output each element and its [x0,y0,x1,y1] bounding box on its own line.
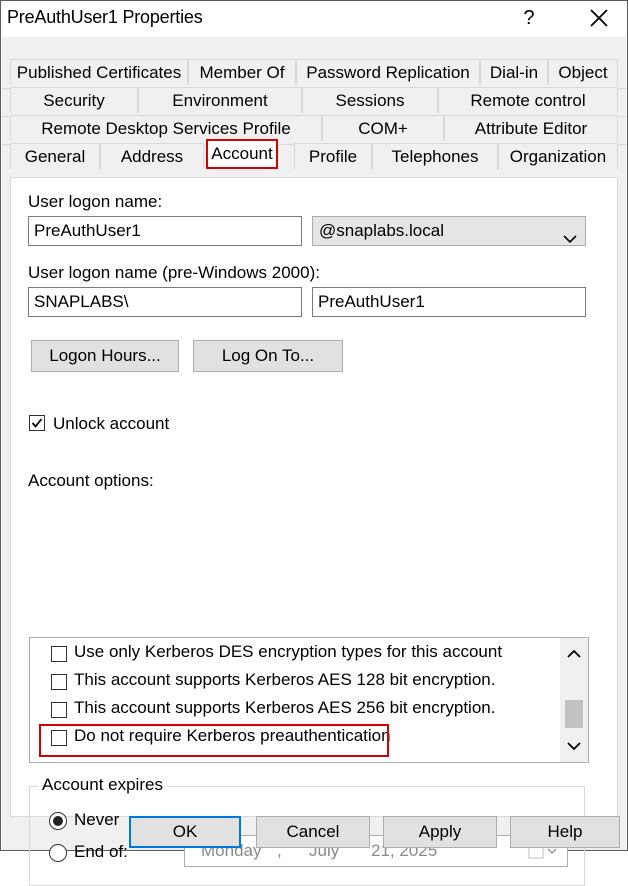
log-on-to-button[interactable]: Log On To... [193,340,343,372]
tab-general[interactable]: General [10,143,100,169]
dialog-body: Published Certificates Member Of Passwor… [2,37,626,886]
tab-organization[interactable]: Organization [498,143,618,169]
logon-name-input[interactable]: PreAuthUser1 [28,216,302,246]
option-aes256-label: This account supports Kerberos AES 256 b… [74,698,496,717]
tab-profile[interactable]: Profile [294,143,372,169]
pre2000-label: User logon name (pre-Windows 2000): [28,263,320,282]
help-icon[interactable]: ? [517,4,541,32]
account-options-list[interactable]: Use only Kerberos DES encryption types f… [29,637,589,763]
unlock-account-label: Unlock account [53,414,170,433]
list-item[interactable]: This account supports Kerberos AES 128 b… [30,668,560,696]
account-tab-page: User logon name: PreAuthUser1 @snaplabs.… [10,177,618,886]
chevron-down-icon[interactable] [560,734,588,758]
options-scrollbar[interactable] [560,638,588,762]
tab-published-certificates[interactable]: Published Certificates [10,59,188,85]
expires-end-of-radio[interactable] [49,844,67,862]
tab-telephones[interactable]: Telephones [372,143,498,169]
option-aes128-label: This account supports Kerberos AES 128 b… [74,670,496,689]
tab-account[interactable]: Account [206,139,278,169]
help-button[interactable]: Help [510,816,620,848]
tab-com-plus[interactable]: COM+ [322,115,444,141]
list-item[interactable]: Use only Kerberos DES encryption types f… [30,640,560,668]
option-no-preauth-label: Do not require Kerberos preauthenticatio… [74,726,391,745]
pre2000-domain-field: SNAPLABS\ [28,287,302,317]
option-no-preauth-checkbox[interactable] [51,730,67,746]
radio-selected-dot [53,816,63,826]
chevron-up-icon[interactable] [560,642,588,666]
tab-remote-desktop-services-profile[interactable]: Remote Desktop Services Profile [10,115,322,141]
logon-name-label: User logon name: [28,192,163,211]
close-icon[interactable] [586,4,612,32]
option-aes256-checkbox[interactable] [51,702,67,718]
option-aes128-checkbox[interactable] [51,674,67,690]
list-item[interactable]: Do not require Kerberos preauthenticatio… [30,724,560,752]
tab-attribute-editor[interactable]: Attribute Editor [444,115,618,141]
tab-member-of[interactable]: Member Of [188,59,296,85]
domain-suffix-value: @snaplabs.local [319,221,444,240]
tab-sessions[interactable]: Sessions [302,87,438,113]
logon-hours-button[interactable]: Logon Hours... [31,340,179,372]
account-options-label: Account options: [28,471,154,490]
option-des-label: Use only Kerberos DES encryption types f… [74,642,503,661]
pre2000-user-input[interactable]: PreAuthUser1 [312,287,586,317]
title-bar: PreAuthUser1 Properties ? [1,1,627,37]
tab-password-replication[interactable]: Password Replication [296,59,480,85]
tab-remote-control[interactable]: Remote control [438,87,618,113]
unlock-account-checkbox[interactable] [29,415,45,431]
account-expires-caption: Account expires [38,775,167,795]
tab-dial-in[interactable]: Dial-in [480,59,548,85]
tab-environment[interactable]: Environment [138,87,302,113]
tab-object[interactable]: Object [548,59,618,85]
expires-never-label: Never [74,810,120,829]
list-item[interactable]: This account supports Kerberos AES 256 b… [30,696,560,724]
ok-button[interactable]: OK [129,816,241,848]
window-title: PreAuthUser1 Properties [7,7,203,27]
expires-end-of-label: End of: [74,842,128,861]
cancel-button[interactable]: Cancel [256,816,370,848]
properties-dialog: PreAuthUser1 Properties ? Published Cert… [0,0,628,886]
apply-button[interactable]: Apply [383,816,497,848]
chevron-down-icon [563,225,577,253]
scrollbar-thumb[interactable] [565,700,583,728]
tab-address[interactable]: Address [100,143,204,169]
expires-never-radio[interactable] [49,812,67,830]
option-des-checkbox[interactable] [51,646,67,662]
domain-suffix-select[interactable]: @snaplabs.local [312,216,586,246]
tab-security[interactable]: Security [10,87,138,113]
